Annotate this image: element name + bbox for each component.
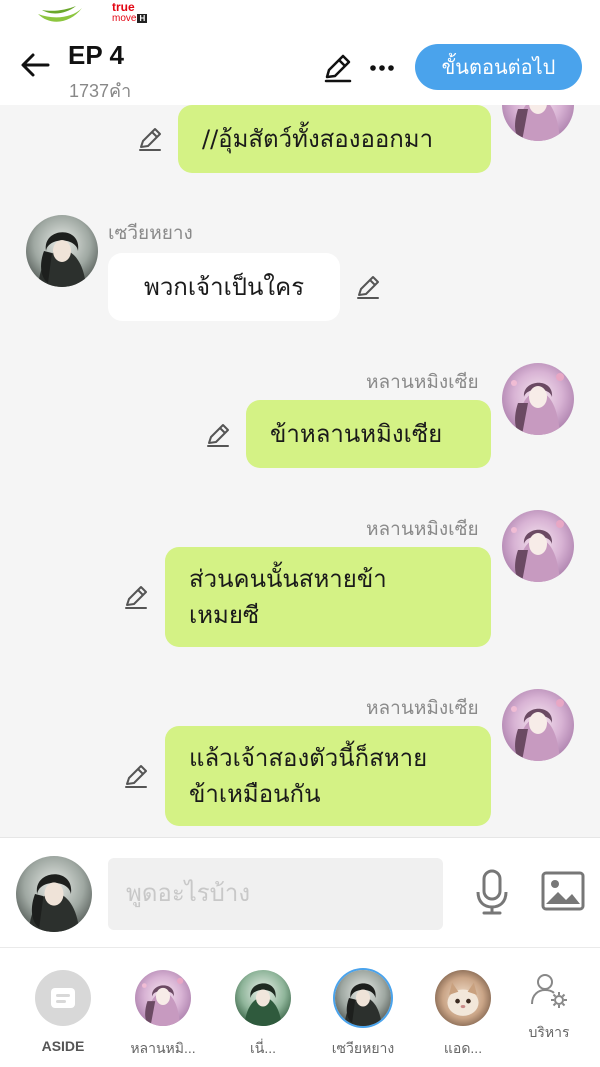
avatar-hlan[interactable] xyxy=(502,105,574,141)
message-bubble[interactable]: ส่วนคนนั้นสหายข้า เหมยซี xyxy=(165,547,491,647)
image-upload-icon[interactable] xyxy=(540,870,586,912)
edit-message-pencil-icon[interactable] xyxy=(136,125,164,153)
edit-message-pencil-icon[interactable] xyxy=(204,421,232,449)
message-text: พวกเจ้าเป็นใคร xyxy=(144,273,305,301)
manage-characters-button[interactable]: บริหาร xyxy=(504,968,594,1044)
microphone-icon[interactable] xyxy=(472,868,512,916)
character-xue[interactable]: เซวียหยาง xyxy=(318,970,408,1060)
character-hlan[interactable]: หลานหมิ... xyxy=(118,970,208,1060)
sender-name: เซวียหยาง xyxy=(108,223,193,244)
current-speaker-avatar[interactable] xyxy=(16,856,92,932)
message-input[interactable] xyxy=(108,858,443,930)
edit-pencil-icon[interactable] xyxy=(322,52,354,84)
user-settings-icon xyxy=(531,974,567,1008)
message-text: //อุ้มสัตว์ทั้งสองออกมา xyxy=(202,125,434,153)
character-label: หลานหมิ... xyxy=(130,1040,196,1056)
message-text-line: ส่วนคนนั้นสหายข้า xyxy=(189,565,387,593)
avatar-xue[interactable] xyxy=(26,215,98,287)
word-count: 1737คำ xyxy=(69,81,132,101)
character-label: ASIDE xyxy=(41,1038,85,1054)
edit-message-pencil-icon[interactable] xyxy=(122,583,150,611)
message-text-line: ข้าเหมือนกัน xyxy=(189,780,321,808)
message-bubble[interactable]: //อุ้มสัตว์ทั้งสองออกมา xyxy=(178,105,491,173)
sender-name: หลานหมิงเซีย xyxy=(366,698,479,719)
message-composer xyxy=(0,837,600,947)
character-selector: ASIDE หลานหมิ... เนี่... เซวียหยาง แอด..… xyxy=(0,947,600,1067)
character-avatar xyxy=(435,970,491,1026)
status-bar: true move H xyxy=(0,0,600,30)
character-avatar xyxy=(235,970,291,1026)
sender-name: หลานหมิงเซีย xyxy=(366,519,479,540)
message-bubble[interactable]: ข้าหลานหมิงเซีย xyxy=(246,400,491,468)
message-text-line: เหมยซี xyxy=(189,601,260,629)
chat-thread[interactable]: //อุ้มสัตว์ทั้งสองออกมา เซวียหยาง พวกเจ้… xyxy=(0,105,600,837)
carrier-brand: true xyxy=(112,0,135,14)
edit-message-pencil-icon[interactable] xyxy=(354,273,382,301)
character-admin[interactable]: แอด... xyxy=(418,970,508,1060)
character-label: เนี่... xyxy=(249,1040,277,1056)
back-arrow-icon[interactable] xyxy=(18,48,52,82)
more-options-icon[interactable] xyxy=(366,52,398,84)
character-nie[interactable]: เนี่... xyxy=(218,970,308,1060)
carrier-logo-icon xyxy=(38,6,82,22)
message-bubble[interactable]: แล้วเจ้าสองตัวนี้ก็สหาย ข้าเหมือนกัน xyxy=(165,726,491,826)
character-avatar xyxy=(135,970,191,1026)
aside-icon xyxy=(35,970,91,1026)
episode-title: EP 4 xyxy=(68,40,124,70)
next-step-button[interactable]: ขั้นตอนต่อไป xyxy=(415,44,582,90)
character-label: บริหาร xyxy=(528,1024,570,1040)
carrier-sub: move xyxy=(112,13,137,24)
message-text: ข้าหลานหมิงเซีย xyxy=(270,420,443,448)
avatar-hlan[interactable] xyxy=(502,363,574,435)
edit-message-pencil-icon[interactable] xyxy=(122,762,150,790)
message-bubble[interactable]: พวกเจ้าเป็นใคร xyxy=(108,253,340,321)
carrier-truemove-logo: true move H xyxy=(112,0,148,24)
character-label: แอด... xyxy=(443,1040,483,1056)
avatar-hlan[interactable] xyxy=(502,689,574,761)
character-avatar xyxy=(335,970,391,1026)
message-text-line: แล้วเจ้าสองตัวนี้ก็สหาย xyxy=(189,744,428,772)
character-label: เซวียหยาง xyxy=(331,1040,395,1056)
character-aside[interactable]: ASIDE xyxy=(18,970,108,1054)
avatar-hlan[interactable] xyxy=(502,510,574,582)
sender-name: หลานหมิงเซีย xyxy=(366,372,479,393)
episode-header: EP 4 1737คำ ขั้นตอนต่อไป xyxy=(0,30,600,105)
carrier-badge: H xyxy=(137,14,148,23)
